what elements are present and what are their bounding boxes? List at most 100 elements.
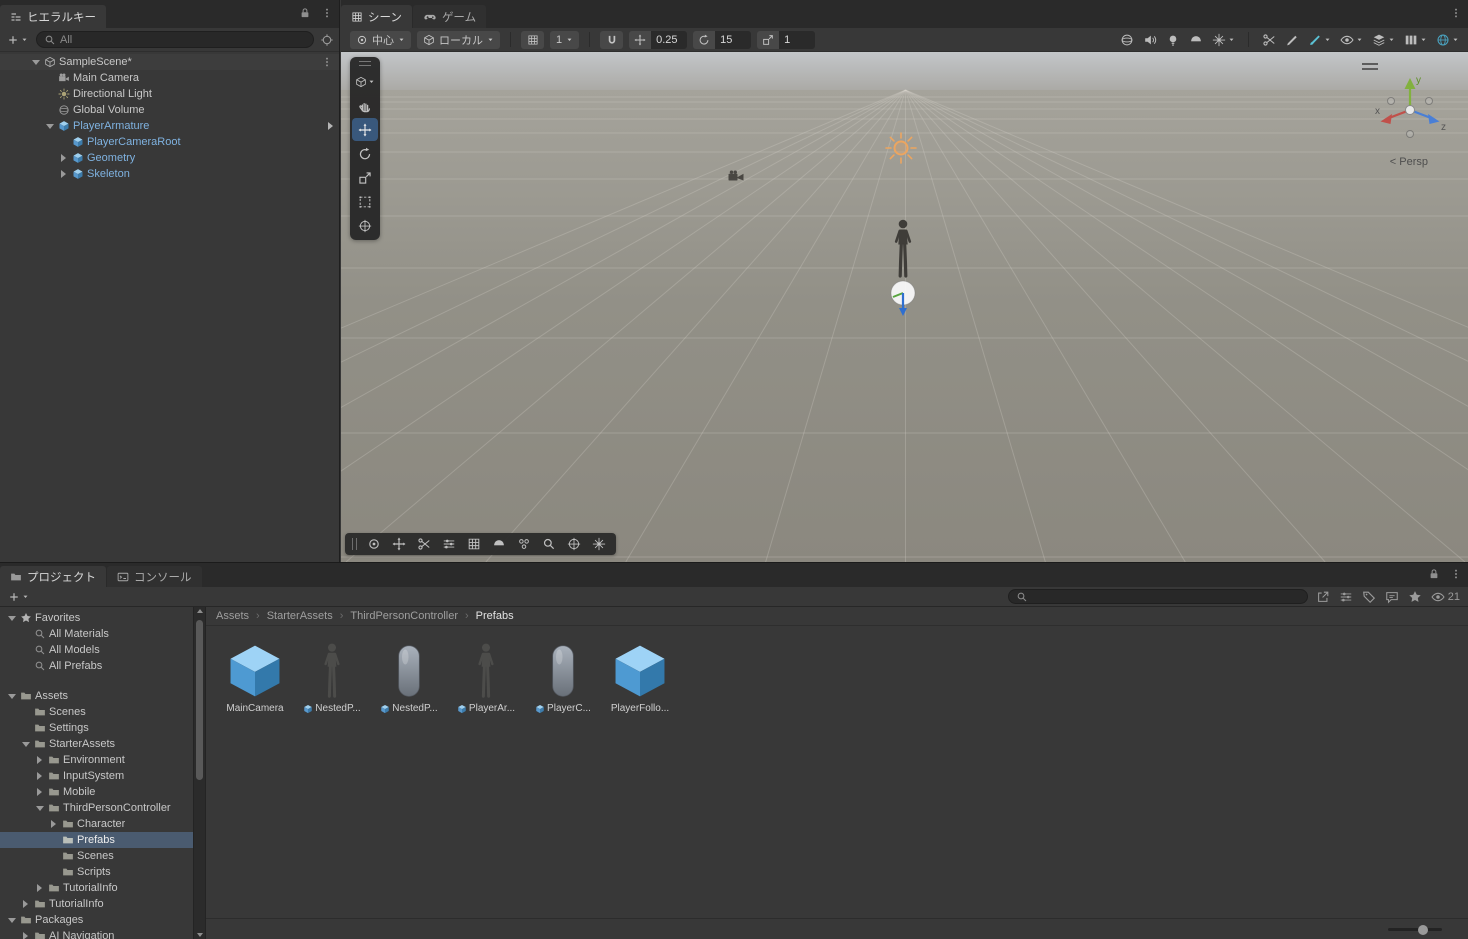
- asset-item[interactable]: MainCamera: [223, 636, 287, 714]
- focus-button[interactable]: [363, 535, 384, 553]
- tab-hierarchy[interactable]: ヒエラルキー: [0, 5, 106, 28]
- cutter-button[interactable]: [413, 535, 434, 553]
- expand-arrow[interactable]: [6, 694, 17, 699]
- rect-tool-button[interactable]: [352, 190, 378, 213]
- filter-type-icon[interactable]: [1339, 590, 1353, 604]
- asset-item[interactable]: NestedP...: [300, 636, 364, 714]
- tree-item[interactable]: Character: [0, 816, 193, 832]
- layers-dropdown[interactable]: [1372, 33, 1395, 47]
- sliders-button[interactable]: [438, 535, 459, 553]
- lock-icon[interactable]: [1428, 568, 1440, 580]
- transform-tool-button[interactable]: [352, 214, 378, 237]
- move-tool-button[interactable]: [352, 118, 378, 141]
- scale-snap-value[interactable]: 1: [779, 31, 815, 49]
- expand-arrow[interactable]: [58, 154, 69, 162]
- expand-arrow[interactable]: [34, 788, 45, 796]
- hierarchy-item[interactable]: PlayerCameraRoot: [0, 134, 339, 150]
- label-tag-icon[interactable]: [1362, 590, 1376, 604]
- tab-game[interactable]: ゲーム: [413, 5, 486, 28]
- kebab-menu-icon[interactable]: [321, 7, 333, 19]
- cameras-dropdown[interactable]: [1404, 33, 1427, 47]
- kebab-menu-icon[interactable]: [1450, 7, 1462, 19]
- search-pick-icon[interactable]: [320, 33, 334, 47]
- shading-mode-button[interactable]: [1120, 33, 1134, 47]
- hierarchy-item[interactable]: Skeleton: [0, 166, 339, 182]
- tree-item[interactable]: All Prefabs: [0, 658, 193, 674]
- move-snap-field[interactable]: 0.25: [629, 31, 687, 49]
- tree-item[interactable]: Scenes: [0, 848, 193, 864]
- hidden-count-button[interactable]: 21: [1431, 590, 1460, 604]
- asset-item[interactable]: PlayerAr...: [454, 636, 518, 714]
- create-button[interactable]: [5, 33, 30, 47]
- hand-tool-button[interactable]: [352, 94, 378, 117]
- tab-project[interactable]: プロジェクト: [0, 566, 106, 587]
- tree-item[interactable]: AI Navigation: [0, 928, 193, 939]
- overlay-drag-handle[interactable]: [352, 538, 357, 550]
- tree-item[interactable]: Environment: [0, 752, 193, 768]
- tab-console[interactable]: コンソール: [107, 566, 202, 587]
- zoom-button[interactable]: [538, 535, 559, 553]
- prefab-open-chevron[interactable]: [328, 122, 333, 130]
- lightprobe-button[interactable]: [513, 535, 534, 553]
- player-character[interactable]: [890, 216, 916, 282]
- tree-item-assets[interactable]: Assets: [0, 688, 193, 704]
- audio-toggle-button[interactable]: [1143, 33, 1157, 47]
- lighting-toggle-button[interactable]: [1166, 33, 1180, 47]
- open-search-icon[interactable]: [1316, 590, 1330, 604]
- lock-icon[interactable]: [299, 7, 311, 19]
- expand-arrow[interactable]: [6, 918, 17, 923]
- directional-light-gizmo[interactable]: [883, 130, 919, 166]
- asset-item[interactable]: NestedP...: [377, 636, 441, 714]
- camera-gizmo[interactable]: [727, 170, 745, 182]
- tree-item[interactable]: TutorialInfo: [0, 896, 193, 912]
- hierarchy-item[interactable]: Main Camera: [0, 70, 339, 86]
- tab-scene[interactable]: シーン: [341, 5, 412, 28]
- expand-arrow[interactable]: [34, 884, 45, 892]
- slider-knob[interactable]: [1418, 925, 1428, 935]
- move-gizmo[interactable]: [887, 279, 919, 317]
- effects-overlay-button[interactable]: [588, 535, 609, 553]
- scroll-down-arrow[interactable]: [194, 933, 205, 937]
- pencil-tool-button[interactable]: [1285, 33, 1299, 47]
- scale-tool-button[interactable]: [352, 166, 378, 189]
- expand-arrow[interactable]: [20, 900, 31, 908]
- handle-space-button[interactable]: ローカル: [417, 31, 500, 49]
- expand-arrow[interactable]: [30, 60, 41, 65]
- tree-item[interactable]: Scenes: [0, 704, 193, 720]
- rotate-tool-button[interactable]: [352, 142, 378, 165]
- scene-viewport[interactable]: y x z < Persp: [341, 52, 1468, 562]
- overlay-drag-handle[interactable]: [359, 61, 371, 66]
- move-overlay-button[interactable]: [388, 535, 409, 553]
- move-snap-value[interactable]: 0.25: [651, 31, 687, 49]
- asset-item[interactable]: PlayerFollo...: [608, 636, 672, 714]
- create-button[interactable]: [6, 590, 31, 604]
- tree-item[interactable]: TutorialInfo: [0, 880, 193, 896]
- tree-item[interactable]: Mobile: [0, 784, 193, 800]
- hierarchy-search-input[interactable]: [60, 34, 306, 46]
- rotate-snap-field[interactable]: 15: [693, 31, 751, 49]
- expand-arrow[interactable]: [58, 170, 69, 178]
- effects-toggle-button[interactable]: [1189, 33, 1203, 47]
- scrollbar-thumb[interactable]: [196, 620, 203, 780]
- scale-snap-field[interactable]: 1: [757, 31, 815, 49]
- tree-item[interactable]: Scripts: [0, 864, 193, 880]
- expand-arrow[interactable]: [44, 124, 55, 129]
- expand-arrow[interactable]: [20, 932, 31, 939]
- effects-dropdown[interactable]: [1212, 33, 1235, 47]
- snap-toggle-button[interactable]: [600, 31, 623, 49]
- hierarchy-item-prefab-root[interactable]: PlayerArmature: [0, 118, 339, 134]
- project-searchbox[interactable]: [1008, 589, 1308, 604]
- hierarchy-item[interactable]: Geometry: [0, 150, 339, 166]
- expand-arrow[interactable]: [34, 806, 45, 811]
- expand-arrow[interactable]: [34, 772, 45, 780]
- tree-item[interactable]: Settings: [0, 720, 193, 736]
- hierarchy-item[interactable]: Directional Light: [0, 86, 339, 102]
- grid-size-dropdown[interactable]: 1: [550, 31, 579, 49]
- tree-item-favorites[interactable]: Favorites: [0, 610, 193, 626]
- grid-button[interactable]: [463, 535, 484, 553]
- expand-arrow[interactable]: [20, 742, 31, 747]
- tree-scrollbar[interactable]: [193, 607, 205, 939]
- tree-item[interactable]: All Materials: [0, 626, 193, 642]
- expand-arrow[interactable]: [34, 756, 45, 764]
- visibility-dropdown[interactable]: [1340, 33, 1363, 47]
